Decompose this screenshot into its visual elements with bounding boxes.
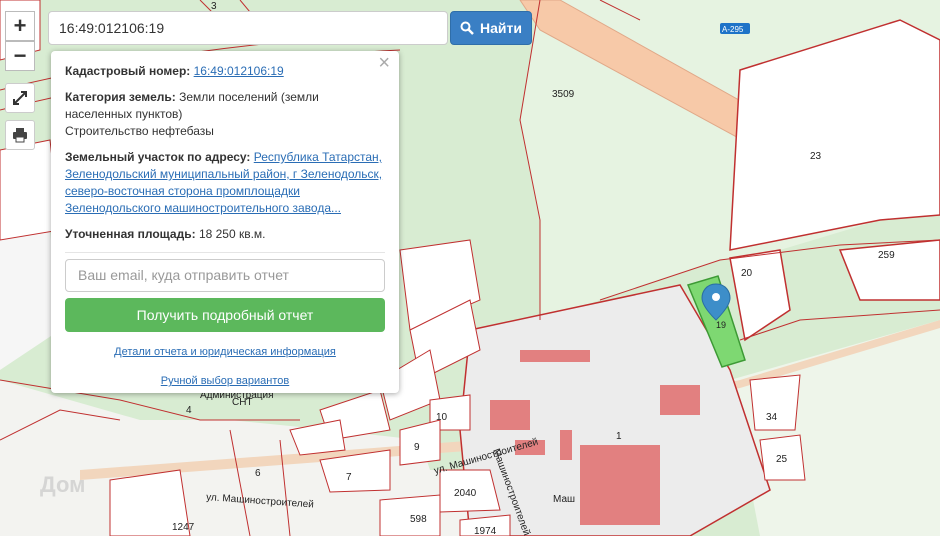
area-label: Уточненная площадь: xyxy=(65,227,196,241)
get-report-button[interactable]: Получить подробный отчет xyxy=(65,298,385,332)
expand-icon xyxy=(13,91,27,105)
map-label-23: 23 xyxy=(810,151,822,162)
print-button[interactable] xyxy=(5,120,35,150)
map-label-598: 598 xyxy=(410,514,427,525)
details-link[interactable]: Детали отчета и юридическая информация xyxy=(65,344,385,361)
parcel-number-label: 19 xyxy=(716,320,726,330)
watermark-text: Дом xyxy=(40,472,86,497)
road-shield-label: А-295 xyxy=(722,25,744,34)
divider xyxy=(65,252,385,253)
area-value: 18 250 кв.м. xyxy=(198,227,266,241)
cadastral-link[interactable]: 16:49:012106:19 xyxy=(194,64,284,78)
cadastral-label: Кадастровый номер: xyxy=(65,64,191,78)
search-icon xyxy=(460,21,474,35)
parcel-info-popup: × Кадастровый номер: 16:49:012106:19 Кат… xyxy=(51,51,399,393)
zoom-out-button[interactable]: − xyxy=(5,41,35,71)
fullscreen-button[interactable] xyxy=(5,83,35,113)
address-label: Земельный участок по адресу: xyxy=(65,150,251,164)
map-label-1247: 1247 xyxy=(172,522,195,533)
zoom-in-button[interactable]: + xyxy=(5,11,35,41)
map-label-7: 7 xyxy=(346,472,352,483)
map-label-25: 25 xyxy=(776,454,788,465)
map-label-1: 1 xyxy=(616,431,622,442)
map-label-10: 10 xyxy=(436,412,448,423)
map-label-34: 34 xyxy=(766,412,778,423)
map-label-3509: 3509 xyxy=(552,89,575,100)
category-use: Строительство нефтебазы xyxy=(65,124,214,138)
search-button[interactable]: Найти xyxy=(450,11,532,45)
close-icon[interactable]: × xyxy=(378,53,390,73)
map-label-9: 9 xyxy=(414,442,420,453)
map-label-259: 259 xyxy=(878,250,895,261)
map-label-mash: Маш xyxy=(553,494,575,505)
map-label-1974: 1974 xyxy=(474,526,497,536)
email-field[interactable]: Ваш email, куда отправить отчет xyxy=(65,259,385,292)
search-input[interactable] xyxy=(48,11,448,45)
search-button-label: Найти xyxy=(480,20,522,36)
category-label: Категория земель: xyxy=(65,90,176,104)
map-label-2040: 2040 xyxy=(454,488,477,499)
printer-icon xyxy=(13,128,27,143)
map-label-20: 20 xyxy=(741,268,753,279)
manual-select-link[interactable]: Ручной выбор вариантов xyxy=(65,373,385,390)
map-label-4: 4 xyxy=(186,405,192,416)
map-label-6: 6 xyxy=(255,468,261,479)
